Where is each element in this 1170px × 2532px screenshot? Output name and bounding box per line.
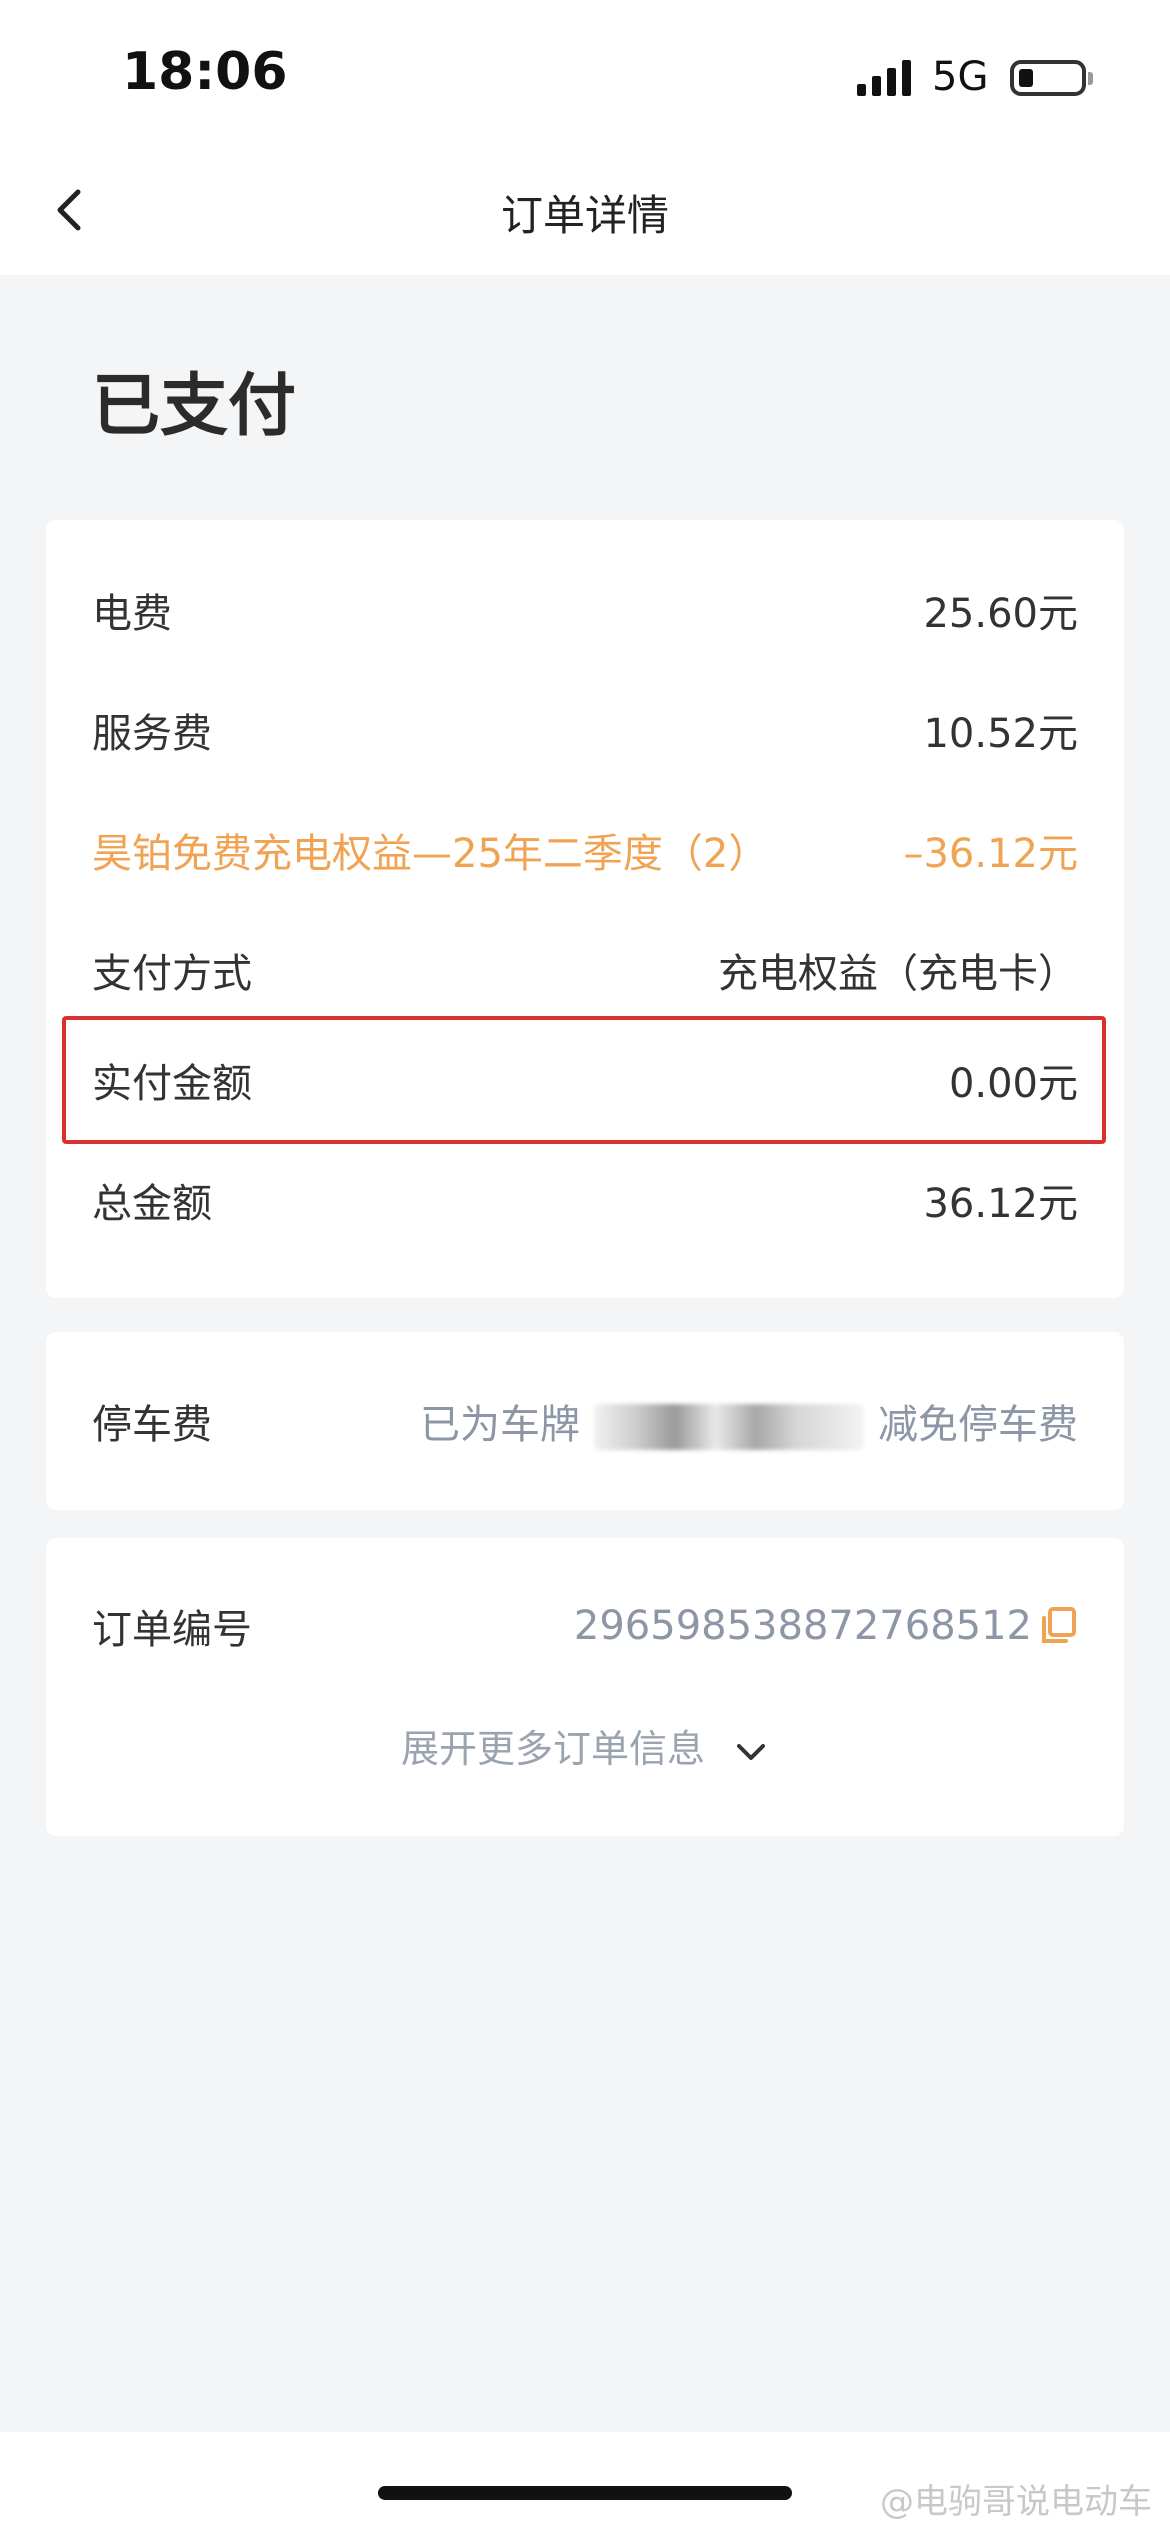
page-title: 订单详情 [500,191,669,240]
order-card: 订单编号 2965985388727685​12 展开更多订单信息 [46,1538,1124,1836]
order-number-group: 2965985388727685​12 [574,1603,1078,1649]
electricity-label: 电费 [92,591,172,637]
parking-row: 停车费 已为车牌 减免停车费 [92,1391,1078,1451]
paid-amount-label: 实付金额 [92,1061,252,1107]
total-label: 总金额 [92,1181,212,1227]
discount-label: 昊铂免费充电权益—25年二季度（2） [92,831,769,877]
nav-bar: 订单详情 [0,150,1170,275]
total-row: 总金额 36.12元 [92,1170,1078,1230]
electricity-row: 电费 25.60元 [92,580,1078,640]
copy-icon[interactable] [1038,1606,1078,1646]
order-number-value: 2965985388727685​12 [573,1603,1032,1649]
payment-method-label: 支付方式 [92,951,252,997]
status-time: 18:06 [122,42,288,102]
paid-amount-row: 实付金额 0.00元 [92,1050,1078,1110]
parking-value: 已为车牌 减免停车费 [420,1392,1078,1450]
order-number-row: 订单编号 2965985388727685​12 [92,1596,1078,1656]
parking-suffix: 减免停车费 [878,1402,1078,1448]
expand-more-button[interactable]: 展开更多订单信息 [46,1718,1124,1773]
parking-prefix: 已为车牌 [420,1402,580,1448]
discount-row: 昊铂免费充电权益—25年二季度（2） –36.12元 [92,820,1078,880]
parking-card: 停车费 已为车牌 减免停车费 [46,1332,1124,1510]
status-bar: 18:06 5G [0,0,1170,150]
signal-icon [857,60,911,96]
service-fee-row: 服务费 10.52元 [92,700,1078,760]
home-indicator[interactable] [378,2486,792,2500]
service-fee-label: 服务费 [92,711,212,757]
watermark: @电驹哥说电动车 [880,2482,1152,2522]
network-label: 5G [932,54,989,100]
parking-label: 停车费 [92,1402,212,1448]
payment-method-row: 支付方式 充电权益（充电卡） [92,940,1078,1000]
fee-card: 电费 25.60元 服务费 10.52元 昊铂免费充电权益—25年二季度（2） … [46,520,1124,1298]
order-status: 已支付 [92,367,297,446]
payment-method-value: 充电权益（充电卡） [718,951,1078,997]
battery-icon [1010,60,1086,96]
expand-label: 展开更多订单信息 [400,1727,705,1771]
paid-amount-value: 0.00元 [948,1061,1078,1107]
chevron-down-icon [737,1743,766,1760]
total-value: 36.12元 [923,1181,1078,1227]
electricity-value: 25.60元 [923,591,1078,637]
plate-redacted [594,1404,864,1450]
order-number-label: 订单编号 [92,1607,252,1653]
discount-value: –36.12元 [903,831,1078,877]
service-fee-value: 10.52元 [923,711,1078,757]
battery-cap [1088,72,1093,85]
